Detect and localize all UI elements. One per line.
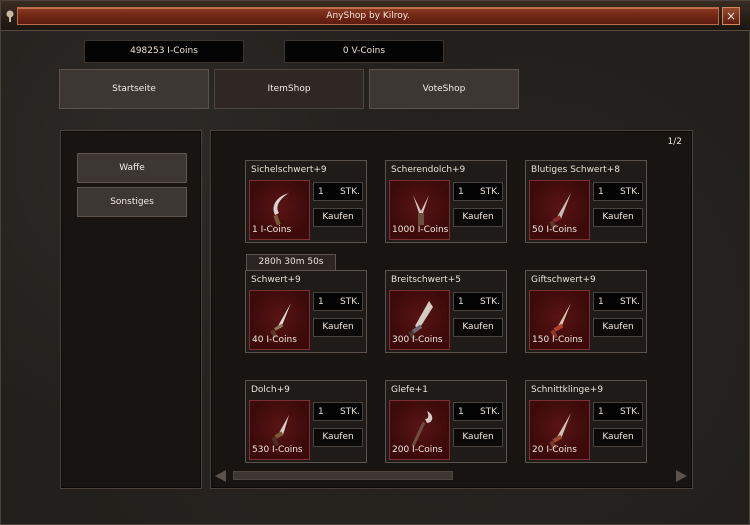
quantity-unit: STK. <box>480 407 500 417</box>
item-card: Glefe+1 200 I-Coins 1 STK. Kaufen <box>385 380 507 463</box>
quantity-value: 1 <box>458 187 464 197</box>
item-price: 40 I-Coins <box>252 335 297 345</box>
scroll-right-arrow-icon[interactable] <box>676 470 687 482</box>
quantity-value: 1 <box>318 297 324 307</box>
quantity-input[interactable]: 1 STK. <box>313 182 363 201</box>
item-name: Breitschwert+5 <box>391 275 461 285</box>
quantity-unit: STK. <box>620 297 640 307</box>
item-card: Giftschwert+9 150 I-Coins 1 STK. Kaufen <box>525 270 647 353</box>
quantity-value: 1 <box>318 407 324 417</box>
quantity-unit: STK. <box>340 297 360 307</box>
item-name: Blutiges Schwert+8 <box>531 165 620 175</box>
item-name: Dolch+9 <box>251 385 290 395</box>
shop-window: AnyShop by Kilroy. × 498253 I-Coins 0 V-… <box>0 0 750 525</box>
item-price: 200 I-Coins <box>392 445 443 455</box>
horizontal-scrollbar[interactable] <box>211 469 691 483</box>
close-button[interactable]: × <box>722 7 740 25</box>
buy-button[interactable]: Kaufen <box>453 208 503 227</box>
item-card: Schnittklinge+9 20 I-Coins 1 STK. Kaufen <box>525 380 647 463</box>
buy-button[interactable]: Kaufen <box>593 208 643 227</box>
item-name: Schnittklinge+9 <box>531 385 604 395</box>
buy-button[interactable]: Kaufen <box>313 208 363 227</box>
quantity-value: 1 <box>458 297 464 307</box>
item-image[interactable]: 20 I-Coins <box>529 400 590 460</box>
quantity-input[interactable]: 1 STK. <box>313 292 363 311</box>
item-image[interactable]: 1 I-Coins <box>249 180 310 240</box>
buy-button[interactable]: Kaufen <box>593 428 643 447</box>
category-panel: Waffe Sonstiges <box>60 130 202 489</box>
item-card: Schwert+9 40 I-Coins 1 STK. Kaufen <box>245 270 367 353</box>
item-name: Giftschwert+9 <box>531 275 596 285</box>
window-icon <box>6 10 14 22</box>
buy-button[interactable]: Kaufen <box>313 318 363 337</box>
nav-itemshop-button[interactable]: ItemShop <box>214 69 364 109</box>
quantity-unit: STK. <box>620 187 640 197</box>
quantity-unit: STK. <box>620 407 640 417</box>
quantity-value: 1 <box>598 187 604 197</box>
nav-home-button[interactable]: Startseite <box>59 69 209 109</box>
nav-voteshop-button[interactable]: VoteShop <box>369 69 519 109</box>
item-image[interactable]: 530 I-Coins <box>249 400 310 460</box>
quantity-input[interactable]: 1 STK. <box>593 292 643 311</box>
item-name: Scherendolch+9 <box>391 165 466 175</box>
page-indicator: 1/2 <box>667 137 682 147</box>
item-image[interactable]: 40 I-Coins <box>249 290 310 350</box>
item-image[interactable]: 1000 I-Coins <box>389 180 450 240</box>
quantity-input[interactable]: 1 STK. <box>593 182 643 201</box>
item-price: 150 I-Coins <box>532 335 583 345</box>
item-card: Breitschwert+5 300 I-Coins 1 STK. Kaufen <box>385 270 507 353</box>
item-image[interactable]: 50 I-Coins <box>529 180 590 240</box>
item-name: Sichelschwert+9 <box>251 165 327 175</box>
item-price: 50 I-Coins <box>532 225 577 235</box>
quantity-input[interactable]: 1 STK. <box>453 292 503 311</box>
quantity-input[interactable]: 1 STK. <box>593 402 643 421</box>
category-sonstiges-button[interactable]: Sonstiges <box>77 187 187 217</box>
scroll-left-arrow-icon[interactable] <box>215 470 226 482</box>
quantity-value: 1 <box>458 407 464 417</box>
v-coins-balance: 0 V-Coins <box>284 40 444 63</box>
item-timer-tab: 280h 30m 50s <box>246 254 336 270</box>
title-bar[interactable]: AnyShop by Kilroy. × <box>1 1 750 31</box>
item-name: Glefe+1 <box>391 385 428 395</box>
item-image[interactable]: 150 I-Coins <box>529 290 590 350</box>
quantity-input[interactable]: 1 STK. <box>453 182 503 201</box>
item-price: 300 I-Coins <box>392 335 443 345</box>
buy-button[interactable]: Kaufen <box>313 428 363 447</box>
quantity-value: 1 <box>318 187 324 197</box>
category-waffe-button[interactable]: Waffe <box>77 153 187 183</box>
quantity-unit: STK. <box>340 407 360 417</box>
scroll-thumb[interactable] <box>233 471 453 480</box>
item-card: Scherendolch+9 1000 I-Coins 1 STK. Kaufen <box>385 160 507 243</box>
quantity-value: 1 <box>598 407 604 417</box>
item-price: 1 I-Coins <box>252 225 292 235</box>
quantity-input[interactable]: 1 STK. <box>313 402 363 421</box>
item-card: Blutiges Schwert+8 50 I-Coins 1 STK. Kaufen <box>525 160 647 243</box>
item-image[interactable]: 300 I-Coins <box>389 290 450 350</box>
window-title: AnyShop by Kilroy. <box>326 11 410 21</box>
quantity-input[interactable]: 1 STK. <box>453 402 503 421</box>
quantity-unit: STK. <box>480 187 500 197</box>
title-plate: AnyShop by Kilroy. <box>17 7 719 25</box>
i-coins-balance: 498253 I-Coins <box>84 40 244 63</box>
item-price: 1000 I-Coins <box>392 225 449 235</box>
item-name: Schwert+9 <box>251 275 301 285</box>
quantity-unit: STK. <box>480 297 500 307</box>
buy-button[interactable]: Kaufen <box>453 318 503 337</box>
item-card: Dolch+9 530 I-Coins 1 STK. Kaufen <box>245 380 367 463</box>
item-image[interactable]: 200 I-Coins <box>389 400 450 460</box>
item-card: Sichelschwert+9 1 I-Coins 1 STK. Kaufen <box>245 160 367 243</box>
item-price: 530 I-Coins <box>252 445 303 455</box>
buy-button[interactable]: Kaufen <box>593 318 643 337</box>
quantity-value: 1 <box>598 297 604 307</box>
item-price: 20 I-Coins <box>532 445 577 455</box>
quantity-unit: STK. <box>340 187 360 197</box>
buy-button[interactable]: Kaufen <box>453 428 503 447</box>
